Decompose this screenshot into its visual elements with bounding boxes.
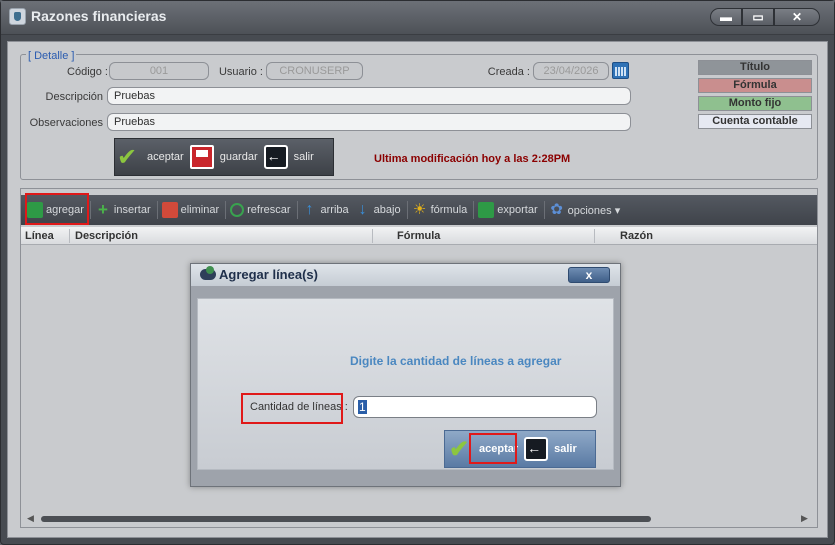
options-icon: ✿: [550, 201, 563, 218]
refresh-button[interactable]: refrescar: [230, 203, 291, 217]
exit-button[interactable]: salir: [263, 145, 314, 169]
export-button[interactable]: exportar: [478, 202, 538, 218]
arrow-up-icon: ↑: [305, 201, 314, 218]
usuario-field[interactable]: CRONUSERP: [266, 62, 363, 80]
dialog-action-bar: aceptar salir: [444, 430, 596, 468]
usuario-label: Usuario :: [218, 66, 263, 78]
legend-titulo: Título: [698, 60, 812, 75]
up-label: arriba: [320, 204, 349, 216]
dialog-close-button[interactable]: x: [568, 267, 610, 283]
col-linea[interactable]: Línea: [25, 230, 54, 242]
legend-monto-fijo: Monto fijo: [698, 96, 812, 111]
exit-label: salir: [293, 151, 314, 163]
refresh-label: refrescar: [247, 204, 291, 216]
exit-icon: [524, 437, 549, 461]
scroll-thumb[interactable]: [41, 516, 651, 522]
detail-legend: [ Detalle ]: [26, 50, 77, 62]
legend-cuenta-contable: Cuenta contable: [698, 114, 812, 129]
quantity-input[interactable]: 1: [353, 396, 597, 418]
dialog-title: Agregar línea(s): [219, 267, 318, 282]
delete-label: eliminar: [180, 204, 220, 216]
refresh-icon: [230, 203, 245, 217]
title-bar: Razones financieras ▬ ▭ ✕: [1, 1, 834, 35]
grid-toolbar: agregar + insertar eliminar refrescar ↑ ar…: [21, 195, 817, 225]
export-label: exportar: [497, 204, 538, 216]
highlight-accept-button: [469, 433, 517, 464]
observaciones-field[interactable]: Pruebas: [107, 113, 631, 131]
close-window-button[interactable]: ✕: [774, 8, 820, 26]
minimize-button[interactable]: ▬: [710, 8, 742, 26]
highlight-add-button: [25, 193, 89, 225]
save-label: guardar: [219, 151, 258, 163]
accept-button[interactable]: aceptar: [117, 143, 184, 172]
horizontal-scrollbar[interactable]: ◀ ▶: [21, 511, 817, 527]
dialog-exit-label: salir: [554, 443, 577, 455]
last-modified-text: Ultima modificación hoy a las 2:28PM: [374, 153, 571, 165]
plus-icon: +: [97, 200, 108, 219]
app-window: Razones financieras ▬ ▭ ✕ [ Detalle ] Có…: [0, 0, 835, 545]
export-icon: [478, 202, 495, 218]
col-descripcion[interactable]: Descripción: [75, 230, 138, 242]
options-label: opciones ▾: [567, 204, 621, 217]
creada-label: Creada :: [487, 66, 530, 78]
dialog-exit-button[interactable]: salir: [524, 437, 577, 461]
formula-button[interactable]: ☀ fórmula: [412, 201, 468, 218]
add-lines-dialog: Agregar línea(s) x Digite la cantidad de…: [190, 263, 621, 487]
delete-button[interactable]: eliminar: [161, 202, 220, 218]
down-label: abajo: [373, 204, 401, 216]
row-type-legend: Título Fórmula Monto fijo Cuenta contabl…: [698, 60, 812, 132]
options-button[interactable]: ✿ opciones ▾: [549, 201, 621, 218]
scroll-right-icon[interactable]: ▶: [801, 513, 808, 524]
highlight-quantity-label: [241, 393, 343, 424]
arrow-down-icon: ↓: [358, 201, 367, 218]
check-icon: [117, 143, 141, 172]
scroll-left-icon[interactable]: ◀: [27, 513, 34, 524]
maximize-button[interactable]: ▭: [742, 8, 774, 26]
observaciones-label: Observaciones: [29, 117, 103, 129]
insert-label: insertar: [113, 204, 151, 216]
quantity-value: 1: [358, 400, 367, 414]
cloud-logo-icon: [200, 266, 216, 280]
creada-field[interactable]: 23/04/2026: [533, 62, 609, 80]
window-title: Razones financieras: [31, 8, 167, 24]
down-button[interactable]: ↓ abajo: [355, 202, 401, 218]
exit-icon: [263, 145, 288, 169]
dialog-title-bar: Agregar línea(s) x: [191, 264, 620, 286]
codigo-field[interactable]: 001: [109, 62, 209, 80]
grid-header: Línea Descripción Fórmula Razón: [21, 227, 817, 245]
legend-formula: Fórmula: [698, 78, 812, 93]
dialog-message: Digite la cantidad de líneas a agregar: [350, 354, 562, 368]
col-formula[interactable]: Fórmula: [397, 230, 440, 242]
insert-button[interactable]: + insertar: [95, 200, 151, 219]
trash-icon: [161, 202, 178, 218]
save-button[interactable]: guardar: [189, 145, 258, 169]
codigo-label: Código :: [67, 66, 108, 78]
descripcion-label: Descripción: [45, 91, 103, 103]
save-icon: [189, 145, 214, 169]
formula-label: fórmula: [430, 204, 468, 216]
calendar-icon[interactable]: [612, 62, 629, 79]
detail-action-bar: aceptar guardar salir: [114, 138, 334, 176]
accept-label: aceptar: [147, 151, 184, 163]
formula-icon: ☀: [412, 201, 427, 218]
dialog-body: Digite la cantidad de líneas a agregar C…: [197, 298, 614, 470]
up-button[interactable]: ↑ arriba: [302, 202, 349, 218]
col-razon[interactable]: Razón: [620, 230, 653, 242]
app-shield-icon: [9, 8, 26, 25]
descripcion-field[interactable]: Pruebas: [107, 87, 631, 105]
